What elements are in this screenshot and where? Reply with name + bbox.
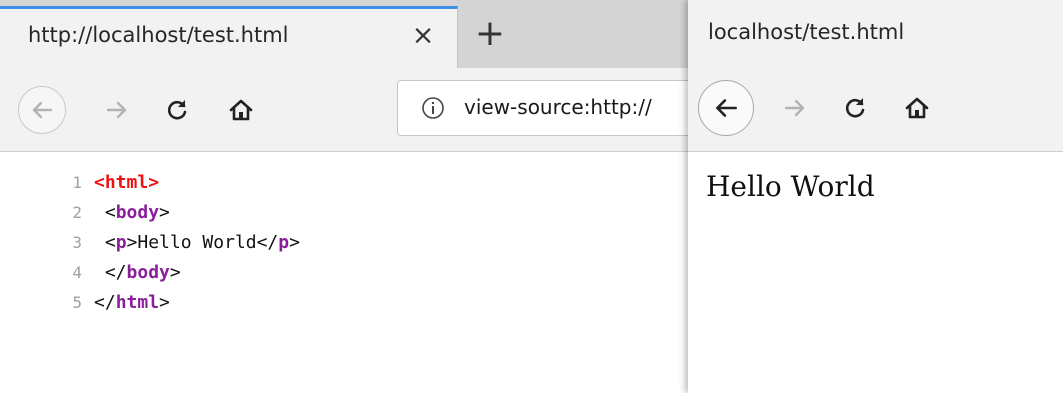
forward-arrow-icon bbox=[784, 99, 805, 117]
tab-strip: localhost/test.html bbox=[688, 0, 1063, 68]
tab-title: http://localhost/test.html bbox=[28, 23, 289, 47]
page-content: Hello World bbox=[688, 152, 1063, 393]
site-info-icon[interactable] bbox=[420, 95, 446, 121]
navigation-toolbar: view-source:http:// bbox=[0, 68, 688, 152]
reload-icon bbox=[845, 98, 865, 118]
source-token: body bbox=[126, 262, 170, 283]
source-text: Hello World bbox=[137, 232, 257, 253]
source-code: </html> bbox=[94, 288, 170, 318]
home-button[interactable] bbox=[900, 91, 934, 125]
source-token: < bbox=[104, 232, 116, 253]
source-token: html bbox=[115, 292, 160, 313]
source-token bbox=[94, 232, 105, 253]
home-icon bbox=[905, 97, 929, 119]
source-token: < bbox=[104, 202, 116, 223]
url-bar[interactable]: view-source:http:// bbox=[397, 80, 688, 136]
source-code: <body> bbox=[94, 198, 170, 228]
reload-button[interactable] bbox=[838, 91, 872, 125]
url-text: view-source:http:// bbox=[464, 95, 652, 119]
navigation-toolbar bbox=[688, 68, 1063, 152]
line-number: 3 bbox=[72, 233, 82, 252]
home-button[interactable] bbox=[224, 93, 258, 127]
reload-icon bbox=[167, 100, 187, 120]
view-source-browser-window: http://localhost/test.html × + view-sour… bbox=[0, 0, 688, 393]
source-token: html bbox=[104, 172, 149, 193]
source-token: > bbox=[289, 232, 300, 253]
source-token: p bbox=[278, 232, 290, 253]
source-token bbox=[94, 202, 105, 223]
source-code: <html> bbox=[94, 168, 159, 198]
tab-strip: http://localhost/test.html × + bbox=[0, 0, 688, 68]
line-number: 5 bbox=[72, 293, 82, 312]
back-arrow-icon bbox=[716, 99, 737, 117]
line-number: 2 bbox=[72, 203, 82, 222]
source-token: > bbox=[148, 172, 160, 193]
tab-view-source[interactable]: http://localhost/test.html × bbox=[0, 6, 458, 68]
rendered-browser-window: localhost/test.html Hello World bbox=[688, 0, 1063, 393]
source-token: </ bbox=[256, 232, 279, 253]
forward-button[interactable] bbox=[778, 91, 812, 125]
back-button[interactable] bbox=[698, 80, 754, 136]
page-paragraph: Hello World bbox=[706, 170, 875, 203]
tab-title: localhost/test.html bbox=[708, 20, 905, 44]
back-arrow-icon bbox=[32, 101, 53, 119]
source-code: <p>Hello World</p> bbox=[94, 228, 300, 258]
source-token: </ bbox=[94, 292, 116, 313]
home-icon bbox=[229, 99, 253, 121]
reload-button[interactable] bbox=[160, 93, 194, 127]
source-token: p bbox=[115, 232, 127, 253]
source-token: > bbox=[126, 232, 138, 253]
source-code: </body> bbox=[94, 258, 181, 288]
line-number: 1 bbox=[72, 173, 82, 192]
back-button[interactable] bbox=[18, 86, 66, 134]
new-tab-button[interactable]: + bbox=[470, 14, 510, 54]
source-token: > bbox=[159, 202, 170, 223]
source-view: 1 <html> 2 <body> 3 <p>Hello World</p> 4 </b… bbox=[0, 152, 688, 393]
source-token: > bbox=[159, 292, 170, 313]
forward-arrow-icon bbox=[106, 101, 127, 119]
source-token: body bbox=[115, 202, 160, 223]
forward-button[interactable] bbox=[100, 93, 134, 127]
source-token: > bbox=[169, 262, 181, 283]
source-token: < bbox=[94, 172, 105, 193]
close-tab-icon[interactable]: × bbox=[410, 21, 436, 51]
source-token: </ bbox=[104, 262, 127, 283]
source-token bbox=[94, 262, 105, 283]
line-number: 4 bbox=[72, 263, 82, 282]
